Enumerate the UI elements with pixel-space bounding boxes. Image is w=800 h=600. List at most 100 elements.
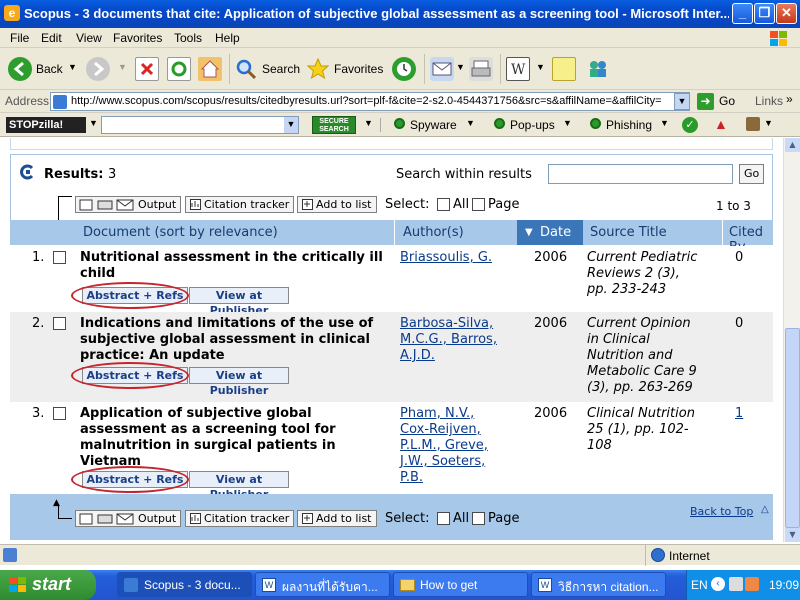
- stopzilla-search-dropdown-icon[interactable]: ▼: [284, 117, 298, 133]
- language-indicator[interactable]: EN: [691, 578, 708, 592]
- mail-dropdown-icon[interactable]: ▼: [456, 62, 465, 72]
- phishing-button[interactable]: Phishing: [606, 118, 652, 132]
- highlight-oval: [71, 282, 189, 309]
- menu-tools[interactable]: Tools: [174, 31, 202, 45]
- row-checkbox[interactable]: [53, 407, 66, 420]
- stopzilla-menu-icon[interactable]: ▼: [89, 118, 98, 128]
- add-to-list-button[interactable]: Add to list: [297, 196, 377, 213]
- svg-text:W: W: [511, 62, 526, 78]
- row-year: 2006: [534, 250, 568, 265]
- search-icon[interactable]: [234, 57, 258, 81]
- discuss-icon[interactable]: [552, 57, 576, 81]
- phishing-dropdown-icon[interactable]: ▼: [660, 118, 669, 128]
- menu-view[interactable]: View: [76, 31, 102, 45]
- back-button[interactable]: Back: [36, 62, 63, 76]
- scroll-down-icon[interactable]: ▼: [785, 528, 800, 542]
- task-word-1[interactable]: W ผลงานที่ได้รับคา...: [255, 572, 390, 597]
- select-all-checkbox[interactable]: [437, 198, 450, 211]
- address-dropdown-icon[interactable]: ▼: [674, 93, 690, 110]
- column-date[interactable]: Date: [540, 225, 571, 240]
- back-dropdown-icon[interactable]: ▼: [68, 62, 77, 72]
- view-at-publisher-button[interactable]: View at Publisher: [189, 367, 289, 397]
- back-to-top-link[interactable]: Back to Top: [690, 505, 753, 518]
- select-page-checkbox[interactable]: [472, 198, 485, 211]
- select-all-checkbox-bottom[interactable]: [437, 512, 450, 525]
- menu-help[interactable]: Help: [215, 31, 240, 45]
- output-button[interactable]: Output: [75, 196, 182, 213]
- toolbox-dropdown-icon[interactable]: ▼: [764, 118, 773, 128]
- up-arrow-icon[interactable]: △: [761, 504, 769, 515]
- task-scopus[interactable]: Scopus - 3 docu...: [117, 572, 252, 597]
- forward-arrow-icon[interactable]: [86, 57, 110, 81]
- document-title[interactable]: Application of subjective global assessme…: [80, 406, 336, 470]
- row-checkbox[interactable]: [53, 317, 66, 330]
- address-input[interactable]: http://www.scopus.com/scopus/results/cit…: [50, 92, 690, 111]
- mail-icon[interactable]: [430, 57, 454, 81]
- output-button-bottom[interactable]: Output: [75, 510, 182, 527]
- author-link[interactable]: Briassoulis, G.: [400, 250, 492, 266]
- go-arrow-icon[interactable]: ➜: [697, 93, 714, 110]
- security-icon[interactable]: [745, 577, 759, 591]
- view-at-publisher-button[interactable]: View at Publisher: [189, 287, 289, 317]
- document-title[interactable]: Indications and limitations of the use o…: [80, 316, 373, 364]
- links-chevron-icon[interactable]: »: [786, 92, 793, 106]
- view-at-publisher-button[interactable]: View at Publisher: [189, 471, 289, 501]
- toolbox-icon[interactable]: [746, 117, 760, 131]
- search-within-input[interactable]: [548, 164, 733, 184]
- print-icon[interactable]: [469, 57, 493, 81]
- secure-search-dropdown-icon[interactable]: ▼: [364, 118, 373, 128]
- check-icon[interactable]: ✓: [682, 117, 698, 133]
- links-button[interactable]: Links: [755, 94, 783, 108]
- select-page-checkbox-bottom[interactable]: [472, 512, 485, 525]
- maximize-button[interactable]: ❐: [754, 3, 775, 24]
- menu-edit[interactable]: Edit: [41, 31, 62, 45]
- source-title: Current Opinion in Clinical Nutrition and M…: [587, 316, 697, 395]
- popups-button[interactable]: Pop-ups: [510, 118, 555, 132]
- task-word-2[interactable]: W วิธีการหา citation...: [531, 572, 666, 597]
- popups-dropdown-icon[interactable]: ▼: [563, 118, 572, 128]
- column-source[interactable]: Source Title: [590, 225, 667, 240]
- column-document[interactable]: Document (sort by relevance): [83, 225, 278, 240]
- author-link[interactable]: Pham, N.V., Cox-Reijven, P.L.M., Greve, J.W…: [400, 406, 488, 486]
- spyware-button[interactable]: Spyware: [410, 118, 457, 132]
- close-button[interactable]: ✕: [776, 3, 797, 24]
- row-checkbox[interactable]: [53, 251, 66, 264]
- add-to-list-button-bottom[interactable]: Add to list: [297, 510, 377, 527]
- favorites-star-icon[interactable]: [306, 57, 330, 81]
- author-link[interactable]: Barbosa-Silva, M.C.G., Barros, A.J.D.: [400, 316, 497, 364]
- edit-dropdown-icon[interactable]: ▼: [536, 62, 545, 72]
- output-icons: [79, 199, 134, 211]
- history-icon[interactable]: [392, 57, 416, 81]
- start-button[interactable]: start: [0, 570, 96, 600]
- favorites-button[interactable]: Favorites: [334, 62, 383, 76]
- minimize-button[interactable]: _: [732, 3, 753, 24]
- refresh-icon[interactable]: [167, 57, 191, 81]
- forward-dropdown-icon[interactable]: ▼: [118, 62, 127, 72]
- stop-icon[interactable]: [135, 57, 159, 81]
- tray-expand-icon[interactable]: ‹: [711, 577, 725, 591]
- column-authors[interactable]: Author(s): [403, 225, 464, 240]
- vertical-scrollbar[interactable]: ▲ ▼: [783, 138, 800, 542]
- results-table-header: Document (sort by relevance) Author(s) ▼…: [10, 220, 773, 255]
- spyware-dropdown-icon[interactable]: ▼: [466, 118, 475, 128]
- search-within-go-button[interactable]: Go: [739, 164, 765, 184]
- search-button[interactable]: Search: [262, 62, 300, 76]
- scroll-thumb[interactable]: [785, 328, 800, 528]
- menu-favorites[interactable]: Favorites: [113, 31, 162, 45]
- document-title[interactable]: Nutritional assessment in the critically…: [80, 250, 383, 282]
- go-button[interactable]: Go: [719, 94, 735, 108]
- back-arrow-icon[interactable]: [8, 57, 32, 81]
- secure-search-button[interactable]: SECURE SEARCH: [312, 116, 356, 134]
- messenger-icon[interactable]: [586, 57, 610, 81]
- citation-tracker-button-bottom[interactable]: Citation tracker: [185, 510, 295, 527]
- menu-file[interactable]: File: [10, 31, 29, 45]
- cited-count-link[interactable]: 1: [735, 406, 743, 421]
- network-icon[interactable]: [729, 577, 743, 591]
- stopzilla-search-input[interactable]: [101, 116, 299, 134]
- citation-tracker-button[interactable]: Citation tracker: [185, 196, 295, 213]
- scroll-up-icon[interactable]: ▲: [785, 138, 800, 152]
- warning-icon[interactable]: ▲: [714, 116, 728, 132]
- word-edit-icon[interactable]: W: [506, 57, 530, 81]
- task-folder[interactable]: How to get: [393, 572, 528, 597]
- home-icon[interactable]: [198, 57, 222, 81]
